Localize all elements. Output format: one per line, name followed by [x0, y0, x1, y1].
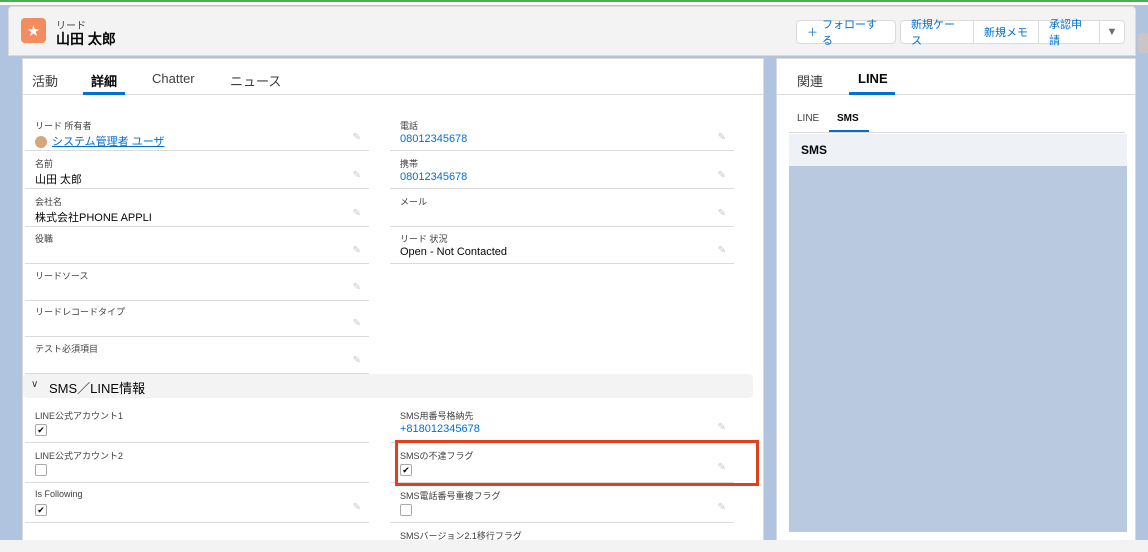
sms-number-field: SMS用番号格納先 +818012345678 ✎	[390, 405, 734, 443]
edit-pencil-icon[interactable]: ✎	[718, 245, 726, 256]
sms-duplicate-field: SMS電話番号重複フラグ ✎	[390, 485, 734, 523]
edit-pencil-icon[interactable]: ✎	[353, 208, 361, 219]
phone-field: 電話 08012345678 ✎	[390, 115, 734, 151]
line-account2-checkbox[interactable]	[35, 464, 47, 476]
bottom-bar	[0, 540, 1148, 552]
phone-link[interactable]: 08012345678	[400, 133, 467, 145]
edit-pencil-icon[interactable]: ✎	[718, 132, 726, 143]
lead-status-field: リード 状況 Open - Not Contacted ✎	[390, 228, 734, 264]
mobile-field: 携帯 08012345678 ✎	[390, 153, 734, 189]
edit-pencil-icon[interactable]: ✎	[353, 502, 361, 513]
test-required-field: テスト必須項目 ✎	[25, 338, 369, 374]
section-sms-line-info[interactable]: ∨ SMS／LINE情報	[23, 374, 753, 398]
owner-link[interactable]: システム管理者 ユーザ	[52, 136, 165, 148]
record-type-field: リードレコードタイプ ✎	[25, 301, 369, 337]
sub-tabs: LINE SMS	[789, 109, 1125, 133]
is-following-checkbox[interactable]: ✔	[35, 504, 47, 516]
avatar	[35, 136, 47, 149]
line-account1-checkbox[interactable]: ✔	[35, 424, 47, 436]
detail-card: 活動 詳細 Chatter ニュース リード 所有者 システム管理者 ユーザ ✎…	[22, 58, 764, 552]
edit-pencil-icon[interactable]: ✎	[353, 282, 361, 293]
plus-icon: ＋	[807, 27, 818, 39]
edit-pencil-icon[interactable]: ✎	[718, 502, 726, 513]
side-tabs: 関連 LINE	[777, 59, 1135, 95]
tab-news[interactable]: ニュース	[230, 71, 281, 90]
tab-line[interactable]: LINE	[858, 71, 888, 86]
subtab-sms[interactable]: SMS	[837, 113, 859, 124]
name-field: 名前 山田 太郎 ✎	[25, 153, 369, 189]
company-field: 会社名 株式会社PHONE APPLI ✎	[25, 191, 369, 227]
record-header: ★ リード 山田 太郎 ＋フォローする 新規ケース 新規メモ 承認申請 ▼	[8, 6, 1136, 56]
chevron-down-icon[interactable]: ▼	[1099, 20, 1125, 44]
subtab-line[interactable]: LINE	[797, 113, 819, 124]
active-subtab-indicator	[829, 130, 869, 132]
edit-pencil-icon[interactable]: ✎	[353, 245, 361, 256]
side-panel-handle[interactable]	[1138, 33, 1148, 53]
owner-field: リード 所有者 システム管理者 ユーザ ✎	[25, 115, 369, 151]
browser-top-strip	[0, 0, 1148, 5]
is-following-field: Is Following ✔ ✎	[25, 485, 369, 523]
lead-icon: ★	[21, 18, 46, 43]
highlight-box	[395, 440, 759, 486]
edit-pencil-icon[interactable]: ✎	[353, 355, 361, 366]
sms-number-link[interactable]: +818012345678	[400, 423, 480, 435]
email-field: メール ✎	[390, 191, 734, 227]
side-panel: 関連 LINE LINE SMS SMS	[776, 58, 1136, 552]
tab-related[interactable]: 関連	[797, 71, 823, 90]
new-memo-button[interactable]: 新規メモ	[973, 20, 1039, 44]
change-owner-icon[interactable]: ✎	[353, 132, 361, 143]
edit-pencil-icon[interactable]: ✎	[353, 170, 361, 181]
approval-request-button[interactable]: 承認申請	[1038, 19, 1100, 47]
follow-button[interactable]: ＋フォローする	[796, 19, 896, 47]
sms-duplicate-checkbox[interactable]	[400, 504, 412, 516]
record-tabs: 活動 詳細 Chatter ニュース	[23, 59, 763, 95]
action-buttons: ＋フォローする 新規ケース 新規メモ 承認申請 ▼	[796, 19, 1125, 47]
record-name: 山田 太郎	[56, 31, 116, 47]
edit-pencil-icon[interactable]: ✎	[718, 422, 726, 433]
mobile-link[interactable]: 08012345678	[400, 171, 467, 183]
active-tab-indicator	[849, 92, 895, 95]
active-tab-indicator	[83, 92, 125, 95]
tab-activity[interactable]: 活動	[32, 71, 58, 90]
sms-panel-body	[789, 166, 1127, 532]
line-account1-field: LINE公式アカウント1 ✔	[25, 405, 369, 443]
tab-details[interactable]: 詳細	[91, 71, 117, 90]
new-case-button[interactable]: 新規ケース	[900, 19, 974, 47]
sms-panel-header: SMS	[789, 134, 1127, 166]
lead-source-field: リードソース ✎	[25, 265, 369, 301]
edit-pencil-icon[interactable]: ✎	[718, 170, 726, 181]
edit-pencil-icon[interactable]: ✎	[718, 208, 726, 219]
line-account2-field: LINE公式アカウント2	[25, 445, 369, 483]
chevron-down-icon: ∨	[31, 379, 39, 390]
tab-chatter[interactable]: Chatter	[152, 71, 195, 86]
edit-pencil-icon[interactable]: ✎	[353, 318, 361, 329]
title-field: 役職 ✎	[25, 228, 369, 264]
